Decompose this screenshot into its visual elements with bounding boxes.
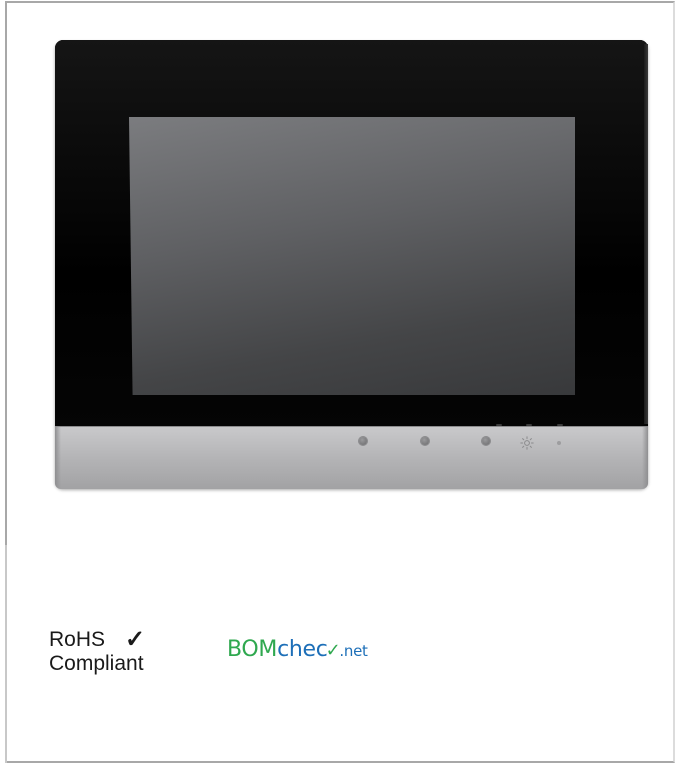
checkmark-icon: ✓ xyxy=(125,626,146,653)
touch-panel-device xyxy=(55,40,648,489)
bomcheck-logo-check: chec xyxy=(277,637,328,662)
hardware-button-2[interactable] xyxy=(421,437,429,445)
indicator-mark xyxy=(557,424,563,426)
indicator-mark xyxy=(496,424,502,426)
bomcheck-logo: BOMchec✓.net xyxy=(227,636,368,665)
frame-edge xyxy=(5,545,7,763)
device-bezel xyxy=(55,40,648,428)
hardware-button-1[interactable] xyxy=(359,437,367,445)
device-button-bar xyxy=(55,424,648,489)
hardware-button-3[interactable] xyxy=(482,437,490,445)
compliant-label: Compliant xyxy=(49,652,144,675)
bomcheck-logo-net: .net xyxy=(339,642,368,660)
display-screen xyxy=(129,117,575,395)
indicator-mark xyxy=(526,424,532,426)
bomcheck-logo-bom: BOM xyxy=(227,637,278,662)
status-led xyxy=(557,441,561,445)
rohs-compliant-badge: RoHS ✓ Compliant xyxy=(49,628,145,676)
brightness-sun-icon xyxy=(520,436,534,450)
rohs-label: RoHS xyxy=(49,628,106,651)
